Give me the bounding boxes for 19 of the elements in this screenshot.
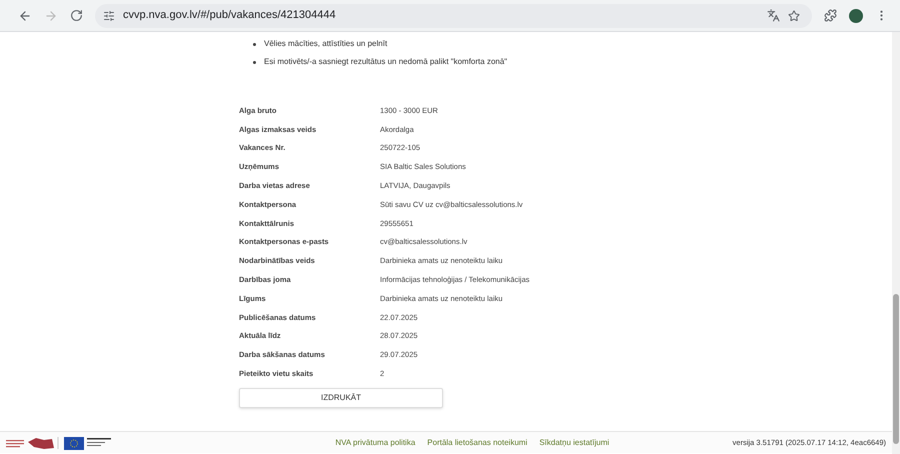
scrollbar[interactable] <box>892 32 900 454</box>
bullet-icon <box>253 42 256 46</box>
footer-link[interactable]: Portāla lietošanas noteikumi <box>427 436 528 448</box>
bullet-text: Esi motivēts/-a sasniegt rezultātus un nedomā palikt "komforta zonā" <box>264 56 508 68</box>
back-icon[interactable] <box>18 8 32 22</box>
site-info-icon[interactable] <box>103 10 115 22</box>
scrollbar-thumb[interactable] <box>893 294 899 444</box>
bookmark-star-icon[interactable] <box>788 10 800 22</box>
reload-icon[interactable] <box>70 9 83 22</box>
bullet-text: Vēlies mācīties, attīstīties un pelnīt <box>264 38 388 50</box>
footer-link[interactable]: Sīkdatņu iestatījumi <box>539 436 610 448</box>
print-button[interactable]: IZDRUKĀT <box>239 388 443 408</box>
footer-link[interactable]: NVA privātuma politika <box>335 436 416 448</box>
url-text: cvvp.nva.gov.lv/#/pub/vakances/421304444 <box>123 8 336 24</box>
profile-avatar[interactable] <box>849 8 863 22</box>
extensions-icon[interactable] <box>824 9 837 22</box>
address-bar[interactable]: cvvp.nva.gov.lv/#/pub/vakances/421304444 <box>95 4 812 28</box>
translate-icon[interactable] <box>767 9 780 22</box>
bullet-icon <box>253 60 256 64</box>
